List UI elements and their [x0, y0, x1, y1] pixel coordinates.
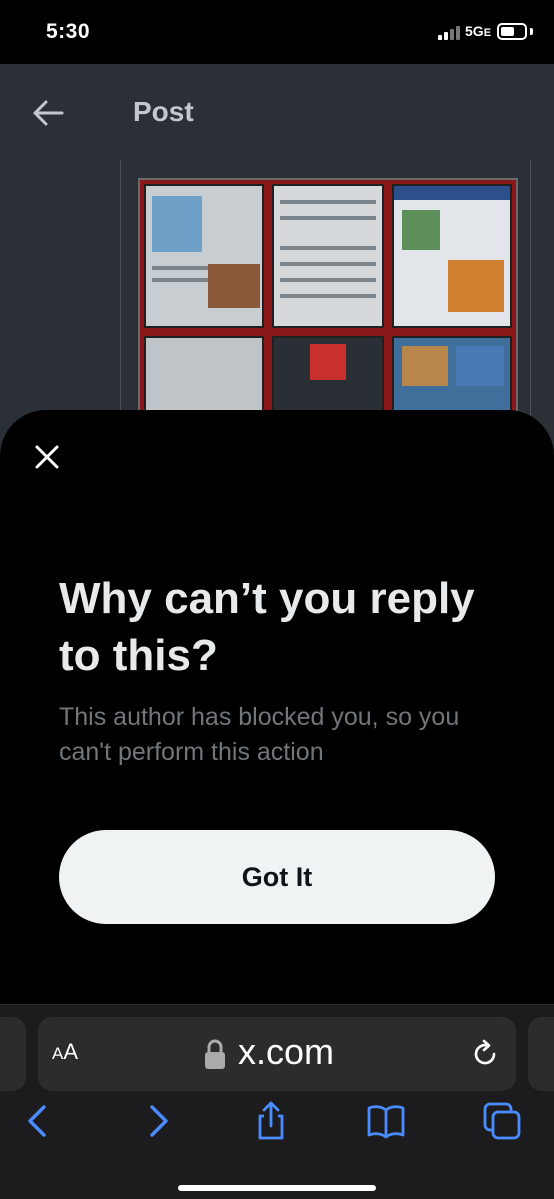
- blocked-reply-sheet: Why can’t you reply to this? This author…: [0, 410, 554, 1010]
- home-indicator: [178, 1185, 376, 1191]
- background-post-page: Post: [0, 64, 554, 464]
- status-bar: 5:30 5GE: [0, 0, 554, 64]
- sheet-title: Why can’t you reply to this?: [59, 574, 475, 680]
- page-settings-button[interactable]: AA: [52, 1039, 78, 1065]
- url-text: x.com: [238, 1031, 335, 1072]
- previous-tab-peek[interactable]: [0, 1017, 26, 1091]
- close-icon[interactable]: [30, 440, 64, 474]
- battery-cap: [530, 28, 533, 35]
- sheet-body-text: This author has blocked you, so you can'…: [59, 703, 460, 766]
- signal-icon: [438, 26, 462, 40]
- next-tab-peek[interactable]: [528, 1017, 554, 1091]
- browser-toolbar: AA x.com: [0, 1004, 554, 1199]
- chevron-right-icon[interactable]: [138, 1101, 178, 1141]
- address-bar[interactable]: AA x.com: [38, 1017, 516, 1091]
- share-icon[interactable]: [251, 1101, 291, 1141]
- battery-icon: [497, 23, 527, 40]
- page-title: Post: [133, 96, 194, 127]
- arrow-left-icon[interactable]: [30, 98, 66, 128]
- status-time: 5:30: [46, 20, 91, 43]
- got-it-button[interactable]: Got It: [59, 830, 495, 924]
- bookmarks-icon[interactable]: [366, 1101, 406, 1141]
- reload-icon[interactable]: [470, 1039, 500, 1069]
- tabs-icon[interactable]: [482, 1101, 522, 1141]
- chevron-left-icon[interactable]: [18, 1101, 58, 1141]
- network-indicator: 5GE: [465, 23, 492, 39]
- lock-icon: [205, 1039, 225, 1069]
